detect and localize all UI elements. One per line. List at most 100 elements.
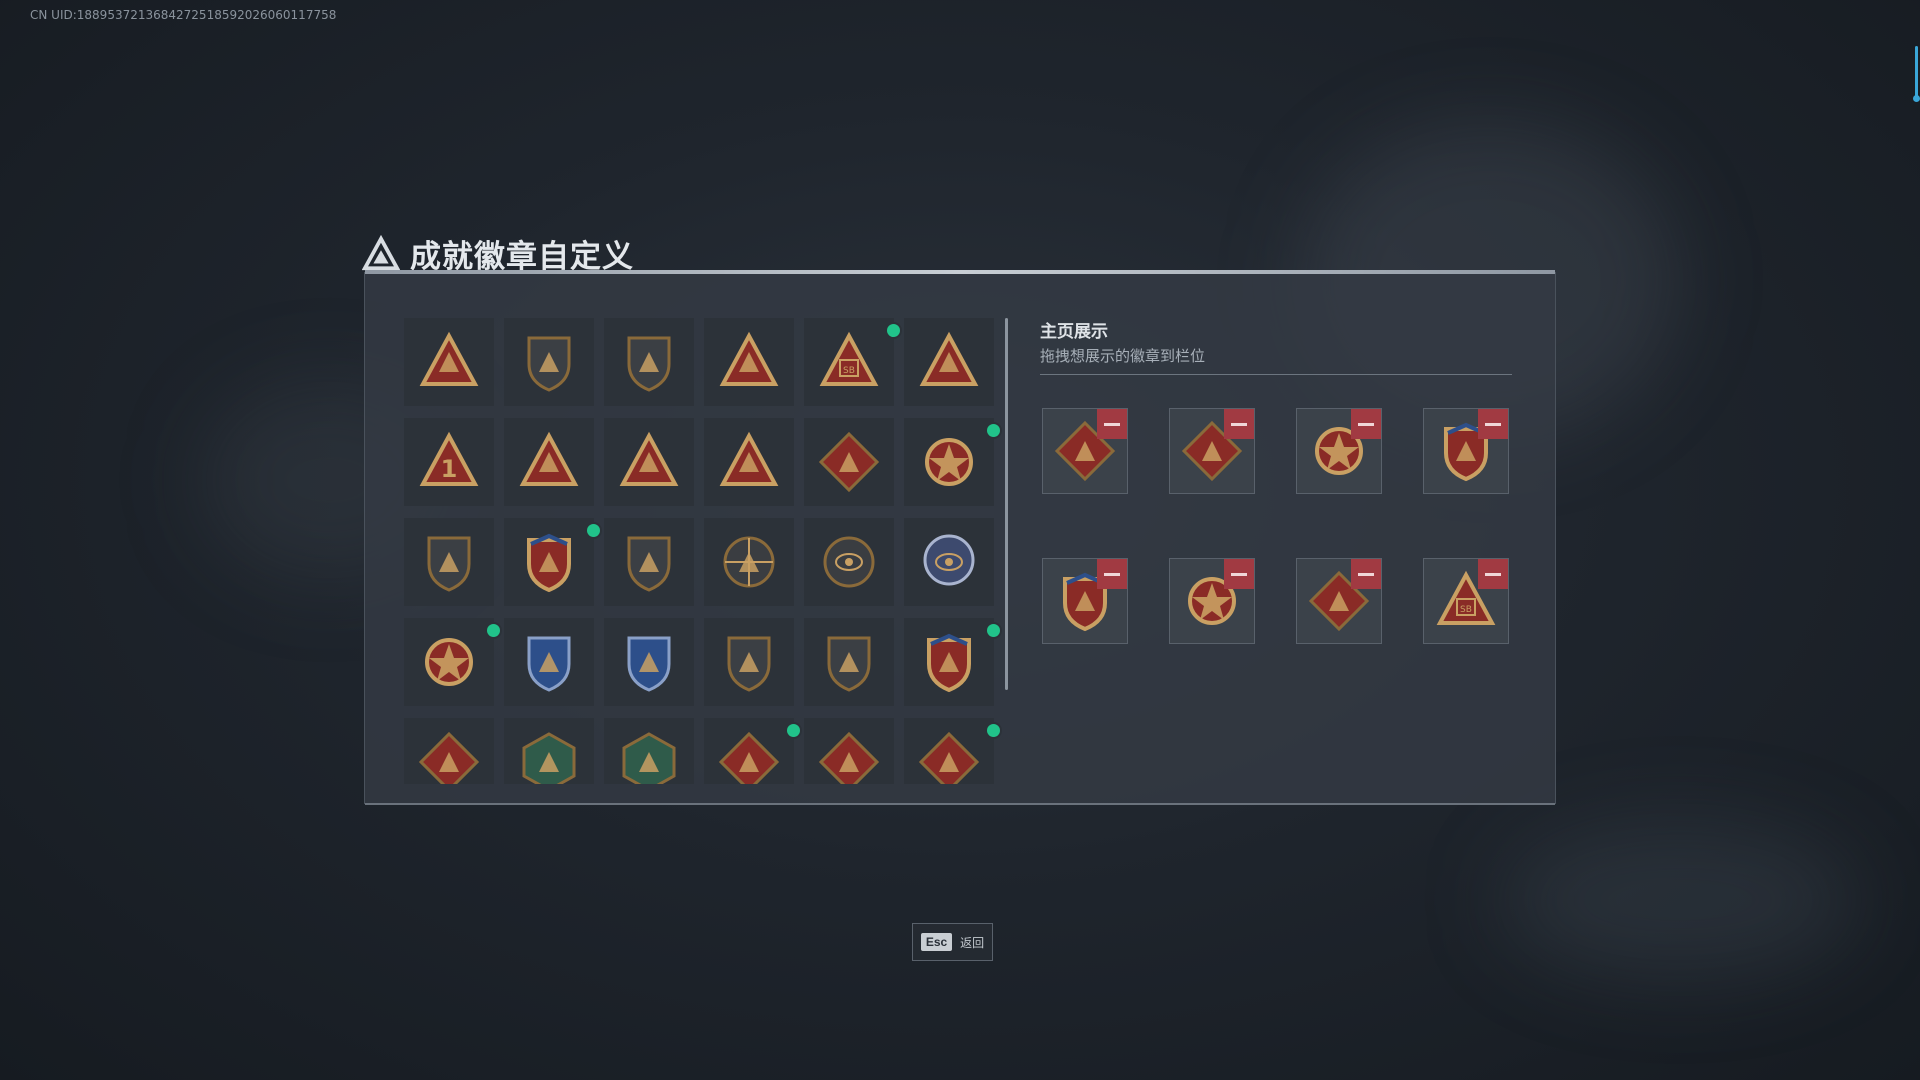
new-badge-dot	[887, 324, 900, 337]
showcase-title: 主页展示	[1040, 322, 1108, 342]
badge-cell[interactable]	[804, 618, 894, 706]
star-emblem-badge-icon	[925, 438, 973, 486]
new-badge-dot	[987, 624, 1000, 637]
globe-shield-badge-icon	[923, 534, 975, 586]
badge-cell[interactable]	[704, 618, 794, 706]
runner-diamond-badge-icon	[818, 731, 880, 784]
minus-icon	[1485, 572, 1501, 576]
minus-icon	[1358, 572, 1374, 576]
minus-icon	[1485, 422, 1501, 426]
badge-cell[interactable]: SB	[804, 318, 900, 406]
badge-cell[interactable]	[804, 718, 894, 784]
sunburst-emblem-badge-icon	[425, 638, 473, 686]
minus-icon	[1231, 572, 1247, 576]
shield-triangle-badge-icon	[419, 331, 479, 386]
showcase-slot[interactable]	[1169, 558, 1255, 644]
anchor-shield-badge-icon	[927, 633, 971, 693]
badge-cell[interactable]	[604, 518, 694, 606]
backpack-diamond-badge-icon	[918, 731, 980, 784]
showcase-slot[interactable]	[1423, 408, 1509, 494]
uid-watermark: CN UID:188953721368427251859202606011775…	[30, 8, 337, 22]
badge-grid[interactable]: SB 1	[404, 318, 1004, 784]
badge-cell[interactable]	[404, 518, 494, 606]
showcase-slot[interactable]	[1296, 558, 1382, 644]
badge-cell[interactable]	[904, 518, 994, 606]
rifle-shield-blue-badge-icon	[527, 636, 571, 692]
remove-badge-button[interactable]	[1478, 409, 1508, 439]
badge-cell[interactable]	[504, 518, 600, 606]
minus-icon	[1104, 422, 1120, 426]
badge-cell[interactable]	[704, 418, 794, 506]
badge-cell[interactable]: 1	[404, 418, 494, 506]
new-badge-dot	[987, 424, 1000, 437]
remove-badge-button[interactable]	[1351, 409, 1381, 439]
helicopter-shield-badge-icon	[527, 336, 571, 392]
badge-cell[interactable]	[404, 718, 494, 784]
wolf-diamond-badge-icon	[418, 731, 480, 784]
showcase-slot[interactable]: SB	[1423, 558, 1509, 644]
badge-cell[interactable]	[904, 418, 1000, 506]
jet-hexagon-badge-icon	[622, 732, 676, 784]
badge-cell[interactable]	[604, 318, 694, 406]
chevron-shield-badge-icon	[427, 536, 471, 592]
showcase-subtitle: 拖拽想展示的徽章到栏位	[1040, 347, 1206, 365]
badge-cell[interactable]	[604, 718, 694, 784]
knife-shield-badge-icon	[727, 636, 771, 692]
badge-cell[interactable]	[704, 518, 794, 606]
side-scroll-indicator[interactable]	[1913, 46, 1920, 102]
svg-text:1: 1	[441, 455, 458, 483]
badge-customize-panel: SB 1 主页展示 拖拽想展示的徽章到栏位 SB	[364, 270, 1556, 805]
svg-text:SB: SB	[1460, 605, 1472, 615]
badge-cell[interactable]	[904, 318, 994, 406]
background-blob	[1500, 820, 1860, 980]
minus-icon	[1104, 572, 1120, 576]
triangle-logo-icon	[362, 234, 400, 270]
remove-badge-button[interactable]	[1097, 409, 1127, 439]
rank-triangle-badge-icon	[719, 331, 779, 386]
badge-cell[interactable]	[904, 718, 1000, 784]
rifle-shield-blue-badge-icon	[627, 636, 671, 692]
squad-triangle-badge-icon	[719, 431, 779, 486]
panel-top-bar	[365, 270, 1555, 274]
grid-scrollbar[interactable]	[1005, 318, 1008, 690]
esc-back-button[interactable]: Esc 返回	[912, 923, 993, 961]
remove-badge-button[interactable]	[1478, 559, 1508, 589]
badge-cell[interactable]	[704, 318, 794, 406]
badge-cell[interactable]	[404, 318, 494, 406]
svg-text:SB: SB	[843, 366, 855, 376]
new-badge-dot	[787, 724, 800, 737]
gem-shield-badge-icon	[627, 536, 671, 592]
badge-cell[interactable]	[804, 518, 894, 606]
back-label: 返回	[960, 935, 985, 950]
eye-circle-badge-icon	[823, 536, 875, 588]
badge-cell[interactable]	[904, 618, 1000, 706]
remove-badge-button[interactable]	[1097, 559, 1127, 589]
badge-cell[interactable]	[504, 318, 594, 406]
badge-cell[interactable]	[404, 618, 500, 706]
panel-bottom-bar	[365, 803, 1555, 805]
soldier-triangle-badge-icon	[519, 431, 579, 486]
badge-cell[interactable]	[604, 418, 694, 506]
remove-badge-button[interactable]	[1224, 559, 1254, 589]
new-badge-dot	[587, 524, 600, 537]
showcase-slot[interactable]	[1042, 558, 1128, 644]
showcase-slot[interactable]	[1169, 408, 1255, 494]
badge-cell[interactable]	[504, 418, 594, 506]
showcase-slot[interactable]	[1042, 408, 1128, 494]
skull-crosshair-badge-icon	[723, 536, 775, 588]
badge-cell[interactable]	[604, 618, 694, 706]
wreath-triangle-badge-icon	[619, 431, 679, 486]
badge-cell[interactable]	[504, 618, 594, 706]
showcase-slot[interactable]	[1296, 408, 1382, 494]
crest-shield-badge-icon	[527, 533, 571, 593]
badge-cell[interactable]	[504, 718, 594, 784]
minus-icon	[1358, 422, 1374, 426]
remove-badge-button[interactable]	[1224, 409, 1254, 439]
minus-icon	[1231, 422, 1247, 426]
remove-badge-button[interactable]	[1351, 559, 1381, 589]
badge-cell[interactable]	[704, 718, 800, 784]
number-one-triangle-badge-icon: 1	[419, 431, 479, 486]
jet-shield-badge-icon	[627, 336, 671, 392]
rocket-diamond-badge-icon	[818, 431, 880, 493]
badge-cell[interactable]	[804, 418, 894, 506]
